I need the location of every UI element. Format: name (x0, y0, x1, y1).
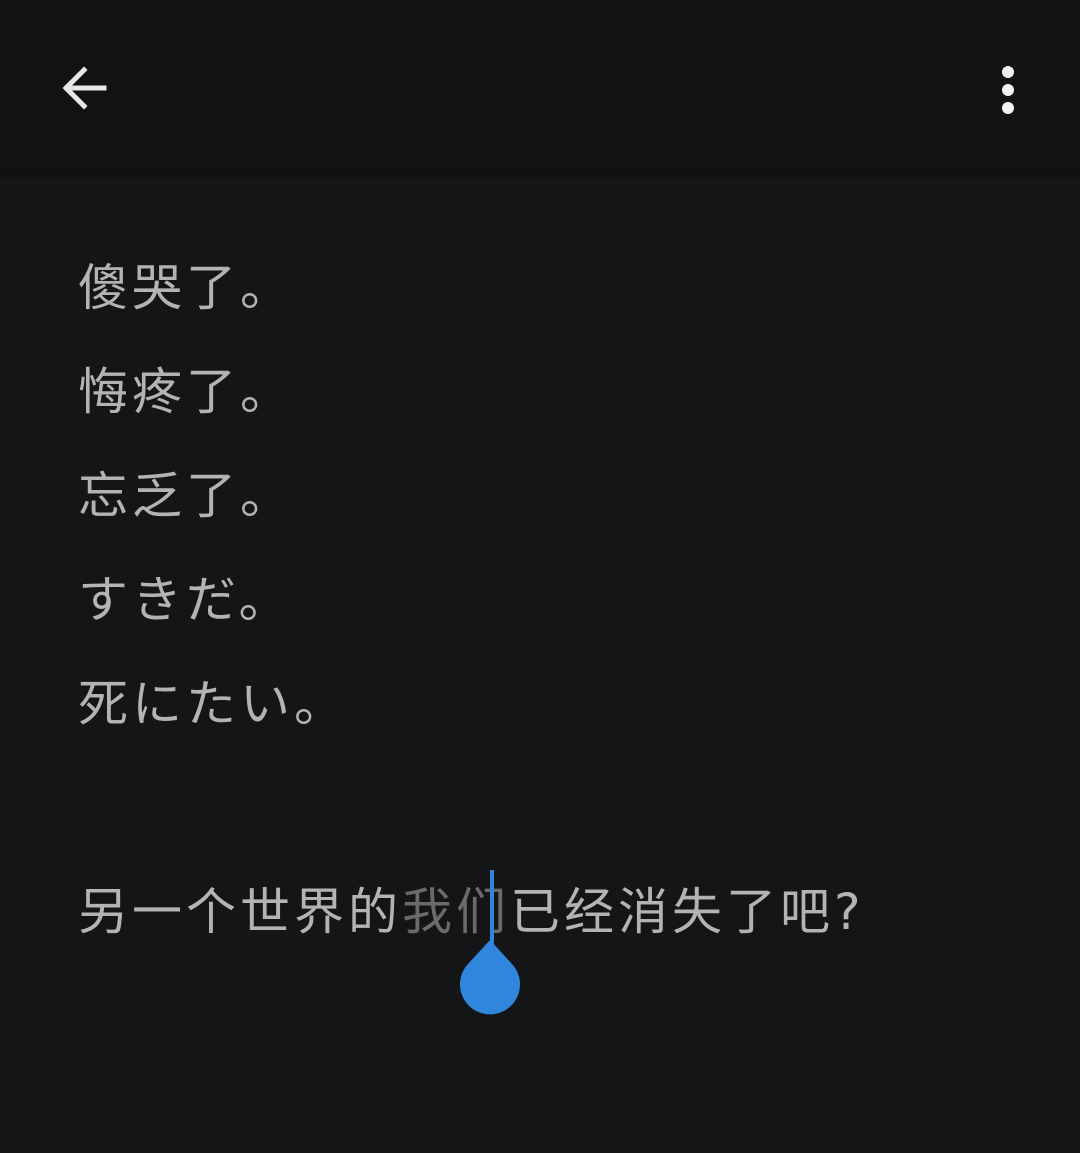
cursor-handle-icon (460, 940, 520, 1015)
toolbar-shadow (0, 172, 1080, 180)
text-before-cursor: 另一个世界的 (78, 883, 402, 941)
note-line-with-cursor[interactable]: 另一个世界的我们已经消失了吧? (78, 860, 1018, 964)
note-editor[interactable]: 傻哭了。 悔疼了。 忘乏了。 すきだ。 死にたい。 另一个世界的我们已经消失了吧… (78, 236, 1018, 1015)
more-options-button[interactable] (974, 54, 1042, 126)
top-app-bar (0, 0, 1080, 180)
back-button[interactable] (50, 54, 118, 122)
text-after-cursor: 已经消失了吧? (510, 883, 865, 941)
more-vertical-icon (1002, 66, 1014, 114)
note-line[interactable]: 忘乏了。 (78, 444, 1018, 548)
note-blank-line[interactable] (78, 756, 1018, 860)
note-line[interactable]: 悔疼了。 (78, 340, 1018, 444)
note-line[interactable]: 死にたい。 (78, 652, 1018, 756)
note-line[interactable]: すきだ。 (78, 548, 1018, 652)
arrow-back-icon (62, 66, 107, 110)
cursor-handle[interactable] (460, 936, 520, 1016)
note-line[interactable]: 傻哭了。 (78, 236, 1018, 340)
